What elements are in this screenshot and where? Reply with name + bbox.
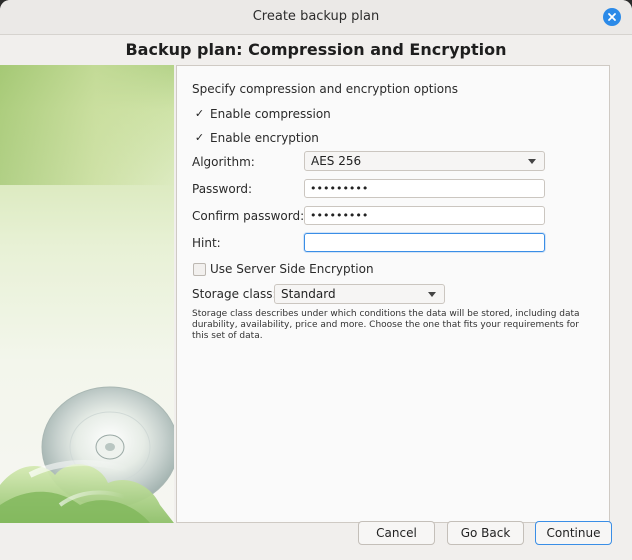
title-bar[interactable]: Create backup plan: [0, 0, 632, 35]
checkmark-icon: ✓: [194, 107, 205, 120]
enable-encryption-checkbox[interactable]: ✓: [194, 132, 205, 143]
confirm-password-label: Confirm password:: [192, 209, 305, 223]
chevron-down-icon: [428, 292, 436, 297]
close-icon: [608, 13, 616, 21]
server-side-encryption-label[interactable]: Use Server Side Encryption: [210, 262, 374, 276]
hint-field[interactable]: [304, 233, 545, 252]
storage-class-value: Standard: [281, 287, 336, 301]
hint-label: Hint:: [192, 236, 221, 250]
go-back-button[interactable]: Go Back: [447, 521, 524, 545]
checkmark-icon: ✓: [194, 131, 205, 144]
password-field[interactable]: •••••••••: [304, 179, 545, 198]
confirm-password-field[interactable]: •••••••••: [304, 206, 545, 225]
chevron-down-icon: [528, 159, 536, 164]
intro-text: Specify compression and encryption optio…: [192, 82, 459, 96]
algorithm-label: Algorithm:: [192, 155, 255, 169]
enable-compression-label[interactable]: Enable compression: [210, 107, 331, 121]
algorithm-dropdown[interactable]: AES 256: [304, 151, 545, 171]
cd-disc-icon: [0, 386, 174, 523]
enable-compression-checkbox[interactable]: ✓: [194, 108, 205, 119]
side-illustration: [0, 65, 174, 523]
create-backup-plan-dialog: Create backup plan Backup plan: Compress…: [0, 0, 632, 560]
password-label: Password:: [192, 182, 253, 196]
storage-class-description: Storage class describes under which cond…: [192, 309, 580, 341]
storage-class-label: Storage class:: [192, 287, 277, 301]
server-side-encryption-checkbox[interactable]: [193, 263, 206, 276]
continue-button[interactable]: Continue: [535, 521, 612, 545]
algorithm-value: AES 256: [311, 154, 362, 168]
window-title: Create backup plan: [252, 9, 380, 24]
cancel-button[interactable]: Cancel: [358, 521, 435, 545]
storage-class-dropdown[interactable]: Standard: [274, 284, 445, 304]
enable-encryption-label[interactable]: Enable encryption: [210, 131, 319, 145]
page-heading: Backup plan: Compression and Encryption: [125, 40, 507, 59]
close-button[interactable]: [603, 8, 621, 26]
